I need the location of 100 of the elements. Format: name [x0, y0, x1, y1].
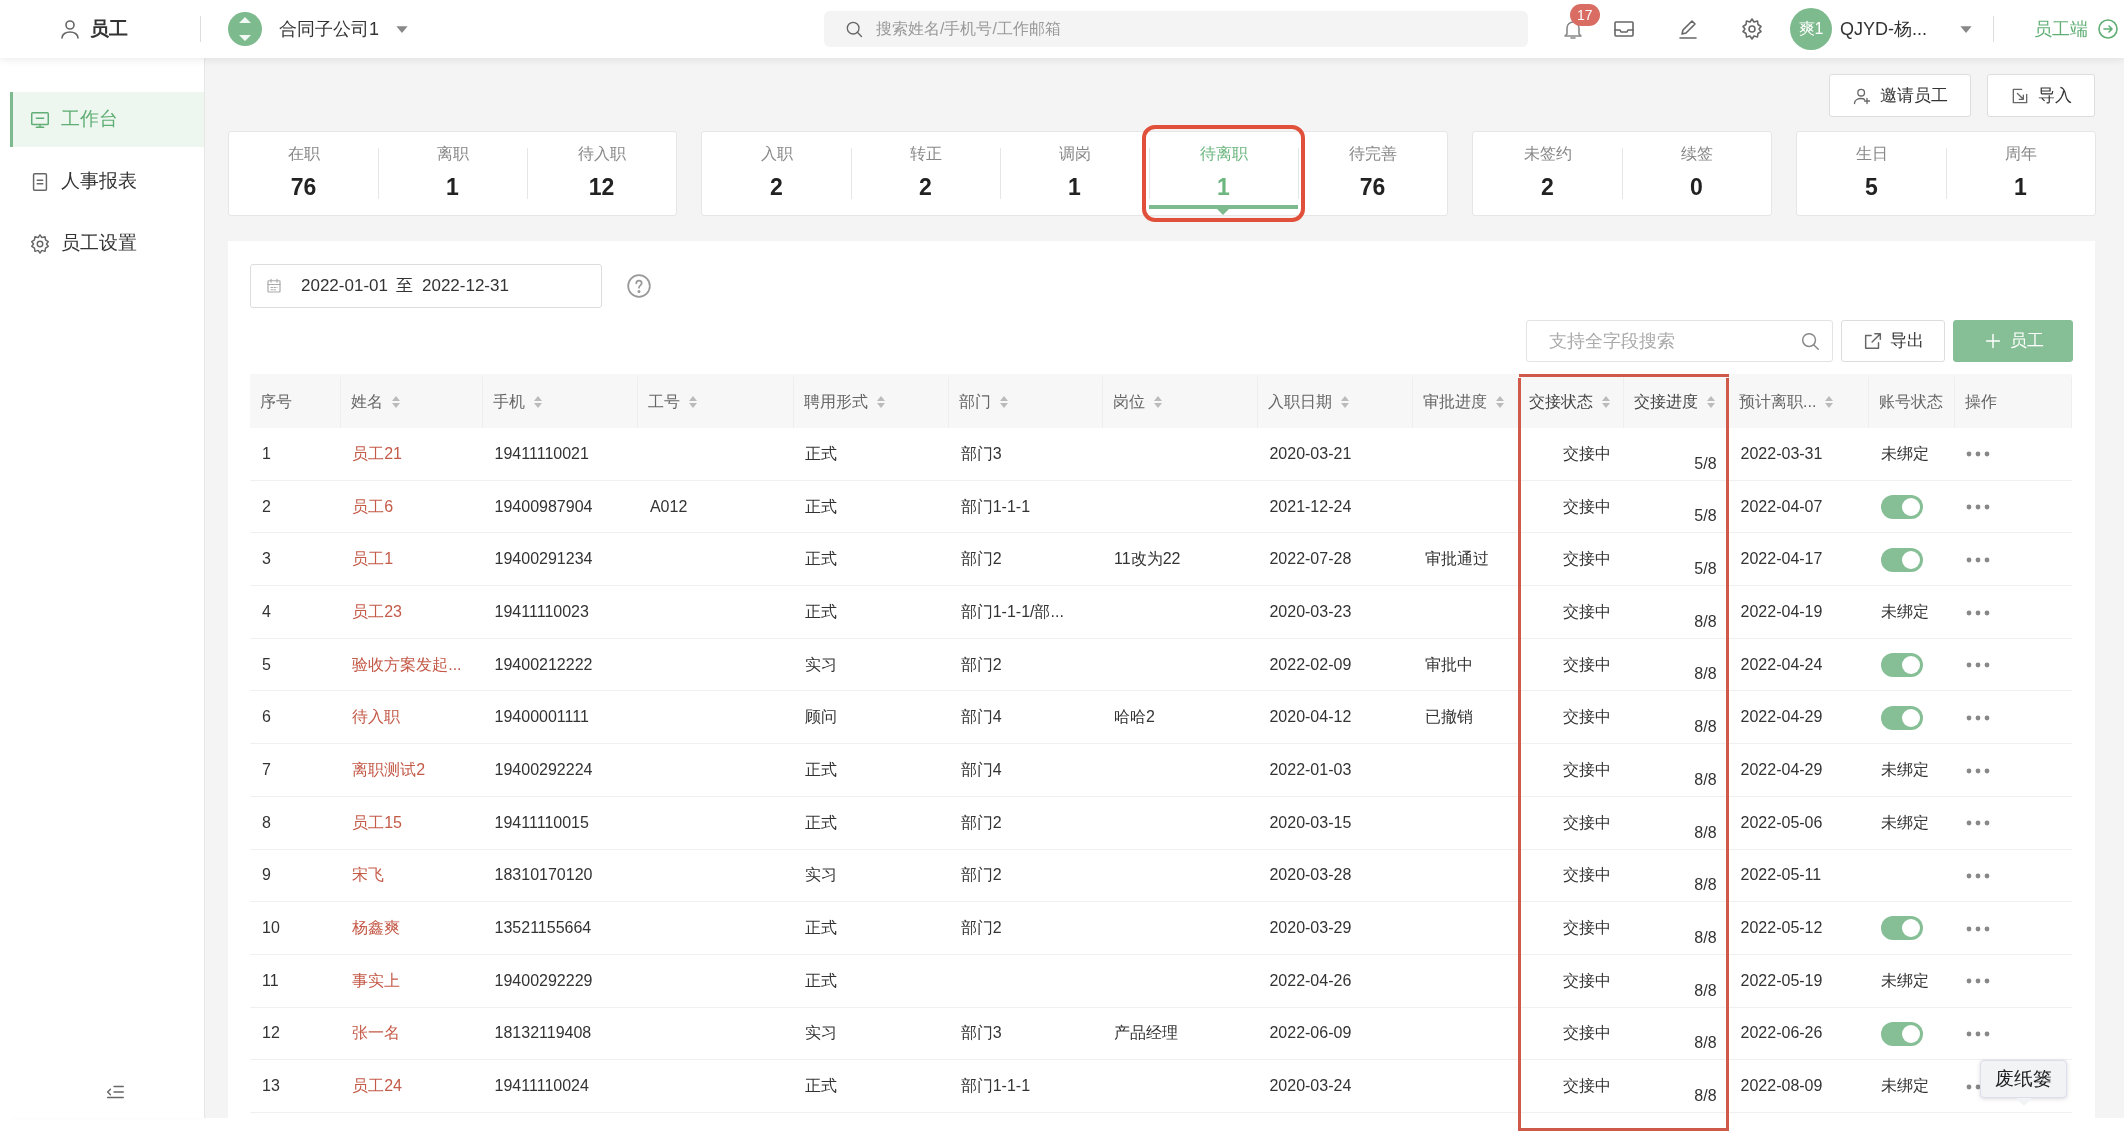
- more-icon[interactable]: [1966, 609, 1991, 616]
- sort-icon[interactable]: [1339, 395, 1350, 410]
- stat-tab[interactable]: 待入职 12: [527, 132, 676, 215]
- more-icon[interactable]: [1966, 504, 1991, 511]
- column-header[interactable]: 岗位: [1102, 375, 1258, 428]
- column-header[interactable]: 入职日期: [1257, 375, 1413, 428]
- employee-name-link[interactable]: 事实上: [352, 971, 401, 989]
- stat-tab[interactable]: 离职 1: [378, 132, 527, 215]
- export-button[interactable]: 导出: [1841, 320, 1945, 362]
- employee-name-link[interactable]: 离职测试2: [352, 760, 426, 778]
- user-icon: [58, 17, 82, 41]
- column-header[interactable]: 交接进度: [1623, 375, 1729, 428]
- pen-icon[interactable]: [1676, 17, 1700, 41]
- sort-icon[interactable]: [999, 395, 1010, 410]
- more-icon[interactable]: [1966, 451, 1991, 458]
- handover-progress-link[interactable]: 8/8: [1694, 1086, 1717, 1104]
- sort-icon[interactable]: [1152, 395, 1163, 410]
- employee-name-link[interactable]: 员工15: [352, 813, 402, 831]
- handover-progress-link[interactable]: 8/8: [1694, 823, 1717, 841]
- company-selector[interactable]: 合同子公司1: [279, 15, 379, 43]
- sort-icon[interactable]: [875, 395, 886, 410]
- handover-progress-link[interactable]: 8/8: [1694, 665, 1717, 683]
- more-icon[interactable]: [1966, 873, 1991, 880]
- sidebar-item[interactable]: 人事报表: [10, 154, 204, 209]
- search-field[interactable]: 搜索姓名/手机号/工作邮箱: [824, 11, 1528, 47]
- column-header[interactable]: 手机: [482, 375, 638, 428]
- date-range-field[interactable]: 2022-01-01 至 2022-12-31: [250, 264, 602, 308]
- employee-name-link[interactable]: 员工6: [352, 497, 394, 515]
- handover-progress-link[interactable]: 5/8: [1694, 507, 1717, 525]
- stat-tab[interactable]: 调岗 1: [1000, 132, 1149, 215]
- handover-status-cell: 交接中: [1563, 760, 1612, 778]
- stat-tab[interactable]: 入职 2: [702, 132, 851, 215]
- employee-name-link[interactable]: 宋飞: [352, 866, 385, 884]
- handover-progress-link[interactable]: 8/8: [1694, 718, 1717, 736]
- user-name[interactable]: QJYD-杨...: [1840, 15, 1927, 43]
- more-icon[interactable]: [1966, 978, 1991, 985]
- handover-progress-link[interactable]: 8/8: [1694, 876, 1717, 894]
- sort-icon[interactable]: [1495, 395, 1506, 410]
- handover-progress-link[interactable]: 8/8: [1694, 981, 1717, 999]
- handover-progress-link[interactable]: 8/8: [1694, 612, 1717, 630]
- more-icon[interactable]: [1966, 767, 1991, 774]
- more-icon[interactable]: [1966, 1031, 1991, 1038]
- handover-progress-link[interactable]: 8/8: [1694, 928, 1717, 946]
- account-toggle[interactable]: [1880, 652, 1923, 677]
- column-header[interactable]: 交接状态: [1518, 375, 1624, 428]
- employee-name-link[interactable]: 员工1: [352, 550, 394, 568]
- stat-tab[interactable]: 转正 2: [851, 132, 1000, 215]
- sort-icon[interactable]: [688, 395, 699, 410]
- account-toggle[interactable]: [1880, 916, 1923, 941]
- arrow-circle-icon[interactable]: [2096, 17, 2120, 41]
- stat-tab[interactable]: 周年 1: [1946, 132, 2095, 215]
- employment-type-cell: 正式: [805, 971, 838, 989]
- account-toggle[interactable]: [1880, 494, 1923, 519]
- help-icon[interactable]: [626, 273, 652, 299]
- action-button[interactable]: 邀请员工: [1829, 74, 1971, 117]
- handover-progress-link[interactable]: 5/8: [1694, 454, 1717, 472]
- employee-name-link[interactable]: 员工21: [352, 444, 402, 462]
- sort-icon[interactable]: [390, 395, 401, 410]
- employee-name-link[interactable]: 员工23: [352, 602, 402, 620]
- employee-name-link[interactable]: 待入职: [352, 708, 401, 726]
- sort-icon[interactable]: [1600, 395, 1611, 410]
- dropdown-caret-icon[interactable]: [1959, 24, 1973, 34]
- settings-icon[interactable]: [1740, 17, 1764, 41]
- more-icon[interactable]: [1966, 557, 1991, 563]
- stat-tab[interactable]: 在职 76: [229, 132, 378, 215]
- column-header[interactable]: 工号: [637, 375, 794, 428]
- dropdown-caret-icon[interactable]: [395, 24, 409, 34]
- phone-cell: 19400001111: [494, 708, 589, 726]
- stat-tab[interactable]: 未签约 2: [1473, 132, 1622, 215]
- more-icon[interactable]: [1966, 715, 1991, 722]
- employee-name-link[interactable]: 员工24: [352, 1077, 402, 1095]
- sort-icon[interactable]: [1705, 395, 1716, 410]
- more-icon[interactable]: [1966, 820, 1991, 827]
- column-header[interactable]: 审批进度: [1412, 375, 1519, 428]
- column-header[interactable]: 预计离职...: [1728, 375, 1869, 428]
- handover-status-cell: 交接中: [1563, 919, 1612, 937]
- handover-progress-link[interactable]: 8/8: [1694, 1034, 1717, 1052]
- stat-tab[interactable]: 待完善 76: [1298, 132, 1447, 215]
- account-toggle[interactable]: [1880, 547, 1923, 572]
- employment-type-cell: 正式: [805, 550, 838, 568]
- search-field[interactable]: 支持全字段搜索: [1526, 320, 1833, 362]
- more-icon[interactable]: [1966, 925, 1991, 932]
- sort-icon[interactable]: [533, 395, 544, 410]
- more-icon[interactable]: [1966, 662, 1991, 669]
- column-header[interactable]: 姓名: [340, 375, 483, 428]
- sort-icon[interactable]: [1824, 395, 1835, 410]
- employee-name-link[interactable]: 张一名: [352, 1024, 401, 1042]
- hire-date-cell: 2020-03-29: [1269, 919, 1352, 937]
- employee-name-link[interactable]: 杨鑫爽: [352, 919, 401, 937]
- sidebar-item[interactable]: 员工设置: [10, 216, 204, 271]
- handover-progress-link[interactable]: 8/8: [1694, 770, 1717, 788]
- action-button[interactable]: 导入: [1987, 74, 2095, 117]
- account-toggle[interactable]: [1880, 705, 1923, 730]
- handover-progress-link[interactable]: 5/8: [1694, 560, 1717, 578]
- stat-tab[interactable]: 生日 5: [1797, 132, 1946, 215]
- column-header[interactable]: 聘用形式: [793, 375, 949, 428]
- column-header[interactable]: 部门: [948, 375, 1103, 428]
- employee-name-link[interactable]: 验收方案发起...: [352, 655, 462, 673]
- stat-tab[interactable]: 续签 0: [1622, 132, 1771, 215]
- account-toggle[interactable]: [1880, 1021, 1923, 1046]
